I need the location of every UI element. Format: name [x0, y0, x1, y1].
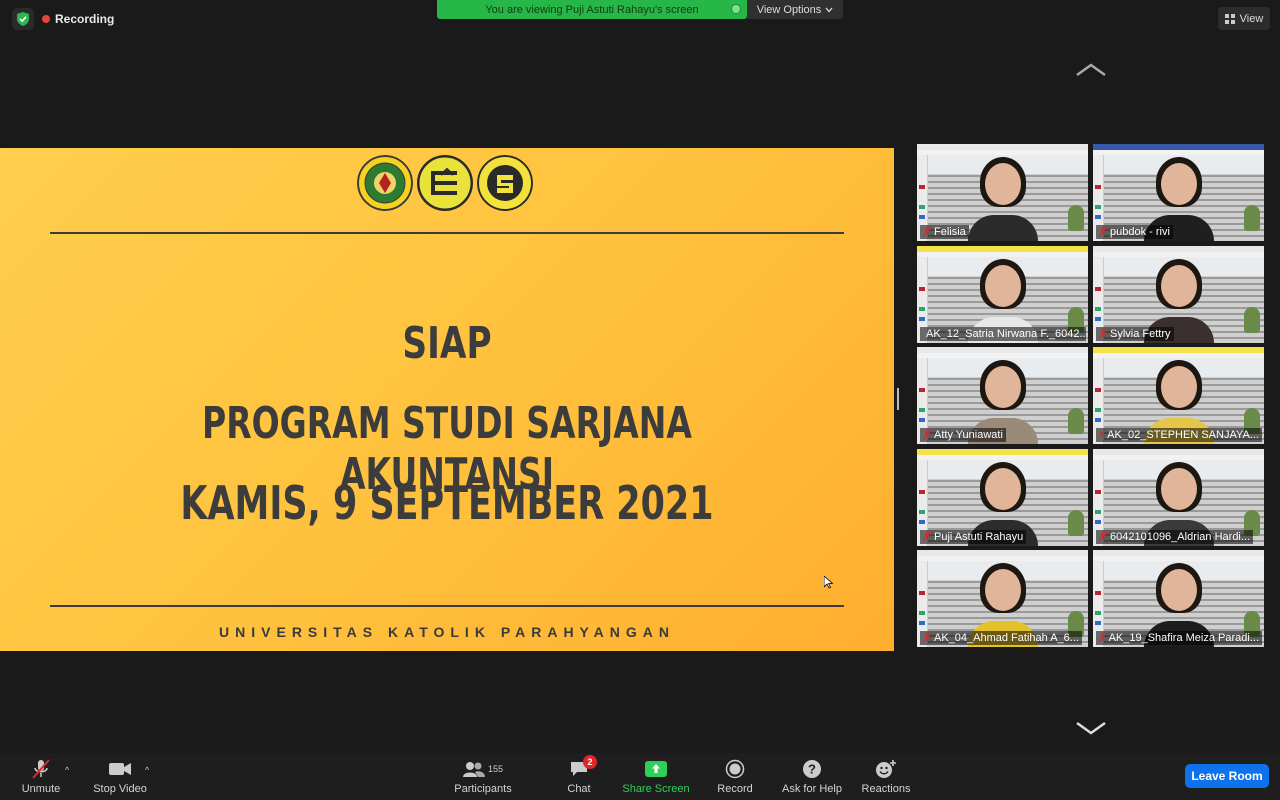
- ask-for-help-button[interactable]: ? Ask for Help: [780, 753, 844, 800]
- participant-tile[interactable]: pubdok - rivi: [1093, 144, 1264, 241]
- unmute-button[interactable]: Unmute: [20, 753, 62, 800]
- recording-dot-icon: [42, 15, 50, 23]
- record-label: Record: [717, 783, 753, 795]
- banner-status-dot-icon: [731, 4, 741, 14]
- share-screen-icon: [645, 761, 667, 777]
- meeting-toolbar: Unmute ^ Stop Video ^ 155 Participants 2…: [0, 753, 1280, 800]
- microphone-muted-icon: [1099, 328, 1107, 339]
- recording-indicator[interactable]: Recording: [12, 8, 114, 30]
- view-options-button[interactable]: View Options: [747, 0, 843, 19]
- share-screen-button[interactable]: Share Screen: [621, 753, 691, 800]
- security-shield-icon[interactable]: [12, 8, 34, 30]
- grid-view-icon: [1224, 13, 1235, 24]
- slide-bottom-rule: [50, 605, 844, 607]
- recording-label: Recording: [42, 12, 114, 26]
- participant-name: AK_04_Ahmad Fatihah A_6...: [934, 632, 1079, 644]
- participant-tile[interactable]: AK_04_Ahmad Fatihah A_6...: [917, 550, 1088, 647]
- slide-top-rule: [50, 232, 844, 234]
- unmute-label: Unmute: [21, 783, 61, 795]
- participant-video: [967, 155, 1038, 241]
- participant-name: AK_12_Satria Nirwana F._6042...: [926, 327, 1086, 340]
- participant-tile[interactable]: AK_12_Satria Nirwana F._6042...: [917, 245, 1088, 343]
- student-org-logo: [477, 155, 533, 211]
- participant-tile[interactable]: Felisia: [917, 144, 1088, 241]
- help-question-icon: ?: [803, 760, 821, 778]
- share-screen-label: Share Screen: [622, 783, 690, 795]
- microphone-muted-icon: [1099, 431, 1105, 439]
- slide-title: SIAP: [402, 318, 492, 369]
- chat-label: Chat: [567, 783, 591, 795]
- faculty-emblem-logo: [417, 155, 473, 211]
- university-seal-logo: [357, 155, 413, 211]
- participants-button[interactable]: 155 Participants: [452, 753, 514, 800]
- reactions-button[interactable]: Reactions: [860, 753, 912, 800]
- participant-name-label: Sylvia Fettry: [1096, 326, 1174, 341]
- participant-name-label: 6042101096_Aldrian Hardi...: [1096, 529, 1254, 544]
- viewing-screen-banner: You are viewing Puji Astuti Rahayu's scr…: [437, 0, 747, 19]
- stop-video-label: Stop Video: [93, 783, 147, 795]
- participant-name-label: AK_04_Ahmad Fatihah A_6...: [920, 631, 1082, 645]
- video-options-caret-icon[interactable]: ^: [145, 765, 149, 775]
- participant-tile[interactable]: 6042101096_Aldrian Hardi...: [1093, 448, 1264, 546]
- participant-tile[interactable]: AK_02_STEPHEN SANJAYA...: [1093, 347, 1264, 444]
- participant-tile[interactable]: AK_19_Shafira Meiza Paradi...: [1093, 550, 1264, 647]
- chevron-down-icon: [825, 7, 833, 12]
- participant-name-label: AK_12_Satria Nirwana F._6042...: [920, 326, 1086, 341]
- microphone-muted-icon: [32, 759, 50, 779]
- participants-icon: [462, 762, 485, 777]
- participant-name: Sylvia Fettry: [1110, 327, 1171, 340]
- view-options-label: View Options: [756, 3, 822, 16]
- chat-button[interactable]: 2 Chat: [564, 753, 597, 800]
- participant-tile[interactable]: Puji Astuti Rahayu: [917, 448, 1088, 546]
- record-button[interactable]: Record: [716, 753, 754, 800]
- view-button[interactable]: View: [1218, 7, 1270, 30]
- microphone-muted-icon: [923, 633, 931, 643]
- participant-name: AK_19_Shafira Meiza Paradi...: [1108, 632, 1259, 644]
- logo-row: [357, 155, 533, 211]
- svg-text:?: ?: [808, 762, 816, 777]
- video-camera-icon: [109, 763, 131, 775]
- participant-name: 6042101096_Aldrian Hardi...: [1110, 530, 1251, 543]
- participant-tile[interactable]: Atty Yuniawati: [917, 347, 1088, 444]
- slide-date: KAMIS, 9 SEPTEMBER 2021: [180, 476, 714, 530]
- chat-unread-badge: 2: [583, 755, 597, 769]
- ask-for-help-label: Ask for Help: [782, 783, 842, 795]
- participant-name-label: AK_02_STEPHEN SANJAYA...: [1096, 428, 1262, 442]
- view-button-label: View: [1239, 12, 1264, 25]
- microphone-muted-icon: [923, 227, 931, 237]
- reaction-smiley-icon: [876, 760, 896, 778]
- participants-label: Participants: [454, 783, 512, 795]
- participant-count: 155: [487, 764, 504, 774]
- record-icon: [725, 759, 745, 779]
- participant-name-label: Puji Astuti Rahayu: [920, 529, 1027, 544]
- slide-footer: UNIVERSITAS KATOLIK PARAHYANGAN: [219, 624, 675, 640]
- reactions-label: Reactions: [861, 783, 911, 795]
- shared-screen-slide: SIAP PROGRAM STUDI SARJANA AKUNTANSI KAM…: [0, 148, 894, 651]
- participant-name: Felisia: [934, 226, 966, 238]
- participant-tile[interactable]: Sylvia Fettry: [1093, 245, 1264, 343]
- participant-name: pubdok - rivi: [1110, 226, 1170, 238]
- participant-name-label: Felisia: [920, 225, 969, 239]
- mouse-cursor-icon: [824, 576, 833, 589]
- microphone-muted-icon: [923, 531, 931, 542]
- split-view-divider[interactable]: [897, 388, 899, 410]
- leave-room-button[interactable]: Leave Room: [1185, 764, 1269, 788]
- participant-name-label: pubdok - rivi: [1096, 225, 1173, 239]
- microphone-muted-icon: [1099, 227, 1107, 237]
- microphone-muted-icon: [1099, 633, 1106, 643]
- stop-video-button[interactable]: Stop Video: [92, 753, 148, 800]
- microphone-muted-icon: [1099, 531, 1107, 542]
- participant-name-label: AK_19_Shafira Meiza Paradi...: [1096, 631, 1262, 645]
- audio-options-caret-icon[interactable]: ^: [65, 765, 69, 775]
- viewing-banner-text: You are viewing Puji Astuti Rahayu's scr…: [485, 3, 699, 16]
- participant-name: Atty Yuniawati: [934, 429, 1003, 441]
- gallery-scroll-down-icon[interactable]: [1075, 720, 1107, 736]
- recording-text: Recording: [55, 12, 115, 26]
- microphone-muted-icon: [923, 430, 931, 440]
- participant-name: AK_02_STEPHEN SANJAYA...: [1107, 429, 1259, 441]
- leave-room-label: Leave Room: [1191, 769, 1263, 783]
- participant-name-label: Atty Yuniawati: [920, 428, 1006, 442]
- participant-name: Puji Astuti Rahayu: [934, 530, 1024, 543]
- gallery-scroll-up-icon[interactable]: [1075, 62, 1107, 78]
